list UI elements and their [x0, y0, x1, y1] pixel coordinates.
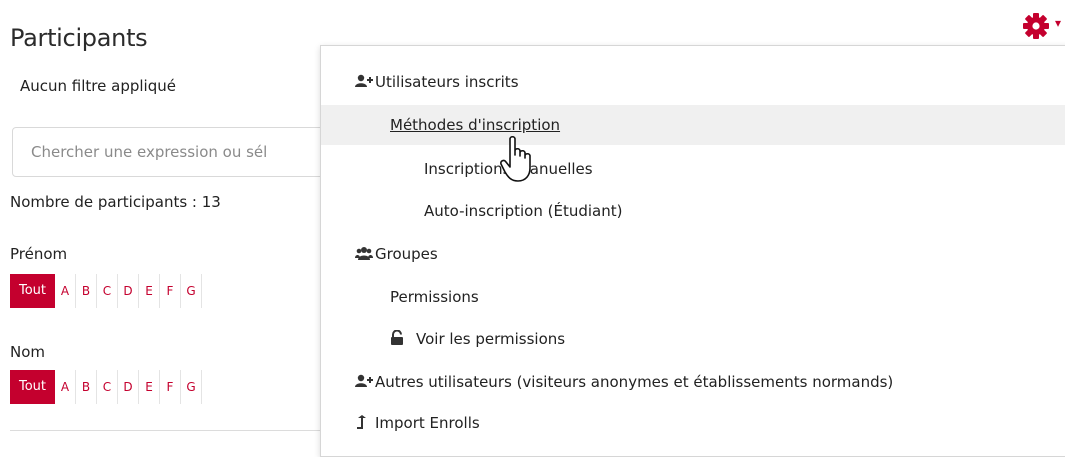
first-name-letter[interactable]: A — [55, 274, 76, 308]
last-name-letter[interactable]: C — [97, 370, 118, 404]
menu-item-label: Auto-inscription (Étudiant) — [424, 202, 623, 220]
menu-item-label: Méthodes d'inscription — [390, 116, 561, 134]
first-name-letter-bar: Tout A B C D E F G — [10, 274, 202, 308]
menu-item-self-enrolment[interactable]: Auto-inscription (Étudiant) — [424, 191, 622, 231]
last-name-letter[interactable]: A — [55, 370, 76, 404]
unlock-icon — [390, 320, 416, 360]
first-name-letter[interactable]: C — [97, 274, 118, 308]
first-name-letter[interactable]: F — [160, 274, 181, 308]
first-name-all-button[interactable]: Tout — [10, 274, 55, 308]
last-name-letter[interactable]: G — [181, 370, 202, 404]
menu-item-label: Groupes — [375, 245, 438, 263]
menu-item-permissions[interactable]: Permissions — [390, 277, 479, 317]
menu-item-label: Autres utilisateurs (visiteurs anonymes … — [375, 373, 894, 391]
menu-item-check-permissions[interactable]: Voir les permissions — [390, 319, 565, 359]
menu-item-import-enrolls[interactable]: Import Enrolls — [355, 403, 480, 443]
last-name-letter[interactable]: E — [139, 370, 160, 404]
chevron-down-icon[interactable]: ▾ — [1055, 16, 1061, 30]
last-name-filter-label: Nom — [10, 343, 46, 361]
upload-icon — [355, 404, 375, 444]
menu-item-groups[interactable]: Groupes — [355, 234, 438, 274]
last-name-letter-bar: Tout A B C D E F G — [10, 370, 202, 404]
search-box[interactable] — [12, 127, 352, 177]
menu-item-label: Utilisateurs inscrits — [375, 73, 519, 91]
filter-status: Aucun filtre appliqué — [20, 77, 176, 95]
menu-item-enrolled-users[interactable]: Utilisateurs inscrits — [355, 62, 519, 102]
divider — [10, 430, 330, 431]
menu-item-enrolment-methods[interactable]: Méthodes d'inscription — [321, 105, 1065, 145]
first-name-letter[interactable]: B — [76, 274, 97, 308]
last-name-all-button[interactable]: Tout — [10, 370, 55, 404]
last-name-letter[interactable]: F — [160, 370, 181, 404]
user-plus-icon — [355, 63, 375, 103]
menu-item-other-users[interactable]: Autres utilisateurs (visiteurs anonymes … — [355, 362, 893, 402]
user-plus-icon — [355, 363, 375, 403]
page-title: Participants — [10, 24, 148, 52]
participant-count: Nombre de participants : 13 — [10, 193, 221, 211]
settings-dropdown-menu: Utilisateurs inscrits Méthodes d'inscrip… — [320, 45, 1065, 457]
menu-item-label: Voir les permissions — [416, 330, 566, 348]
menu-item-label: Import Enrolls — [375, 414, 480, 432]
hand-cursor-icon — [500, 135, 531, 182]
first-name-letter[interactable]: G — [181, 274, 202, 308]
users-icon — [355, 235, 375, 275]
gear-icon[interactable] — [1021, 11, 1051, 41]
first-name-letter[interactable]: D — [118, 274, 139, 308]
first-name-filter-label: Prénom — [10, 245, 68, 263]
search-input[interactable] — [31, 128, 331, 176]
first-name-letter[interactable]: E — [139, 274, 160, 308]
last-name-letter[interactable]: D — [118, 370, 139, 404]
last-name-letter[interactable]: B — [76, 370, 97, 404]
menu-item-label: Permissions — [390, 288, 479, 306]
